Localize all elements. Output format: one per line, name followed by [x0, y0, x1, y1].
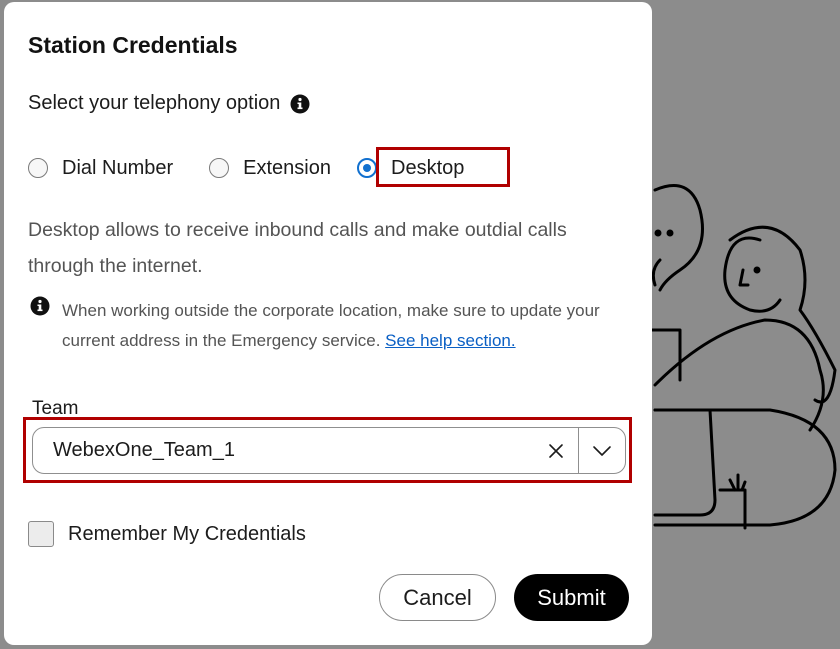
radio-dial-number-label: Dial Number — [62, 156, 174, 179]
radio-desktop-label: Desktop — [391, 156, 465, 179]
radio-dial-number[interactable]: Dial Number — [28, 157, 173, 180]
cancel-button[interactable]: Cancel — [379, 574, 496, 621]
remember-credentials[interactable]: Remember My Credentials — [28, 521, 306, 547]
chevron-down-icon — [593, 445, 611, 456]
dialog-title: Station Credentials — [28, 32, 238, 58]
team-select[interactable]: WebexOne_Team_1 — [32, 427, 626, 474]
radio-desktop[interactable]: Desktop — [357, 157, 464, 180]
people-illustration — [650, 184, 837, 530]
telephony-option-heading: Select your telephony option — [28, 92, 310, 115]
desktop-description: Desktop allows to receive inbound calls … — [28, 219, 567, 277]
close-icon — [548, 443, 563, 458]
clear-team-button[interactable] — [534, 428, 578, 473]
radio-extension-label: Extension — [243, 156, 331, 179]
remember-checkbox[interactable] — [28, 521, 54, 547]
info-icon[interactable] — [290, 94, 310, 114]
help-section-link[interactable]: See help section. — [385, 331, 515, 350]
info-icon — [30, 296, 50, 316]
telephony-radio-group: Dial Number Extension Desktop — [28, 148, 464, 188]
emergency-note: When working outside the corporate locat… — [30, 296, 630, 356]
team-label: Team — [32, 398, 79, 419]
team-dropdown-button[interactable] — [579, 428, 625, 473]
submit-button[interactable]: Submit — [514, 574, 629, 621]
team-select-value[interactable]: WebexOne_Team_1 — [33, 439, 534, 462]
station-credentials-dialog: Station Credentials Select your telephon… — [4, 2, 652, 645]
emergency-note-text: When working outside the corporate locat… — [62, 296, 630, 356]
radio-desktop-circle[interactable] — [357, 158, 377, 178]
telephony-option-label: Select your telephony option — [28, 92, 281, 114]
emergency-note-body: When working outside the corporate locat… — [62, 301, 600, 350]
radio-extension[interactable]: Extension — [209, 157, 331, 180]
radio-dial-number-circle[interactable] — [28, 158, 48, 178]
remember-label: Remember My Credentials — [68, 522, 306, 545]
radio-extension-circle[interactable] — [209, 158, 230, 178]
